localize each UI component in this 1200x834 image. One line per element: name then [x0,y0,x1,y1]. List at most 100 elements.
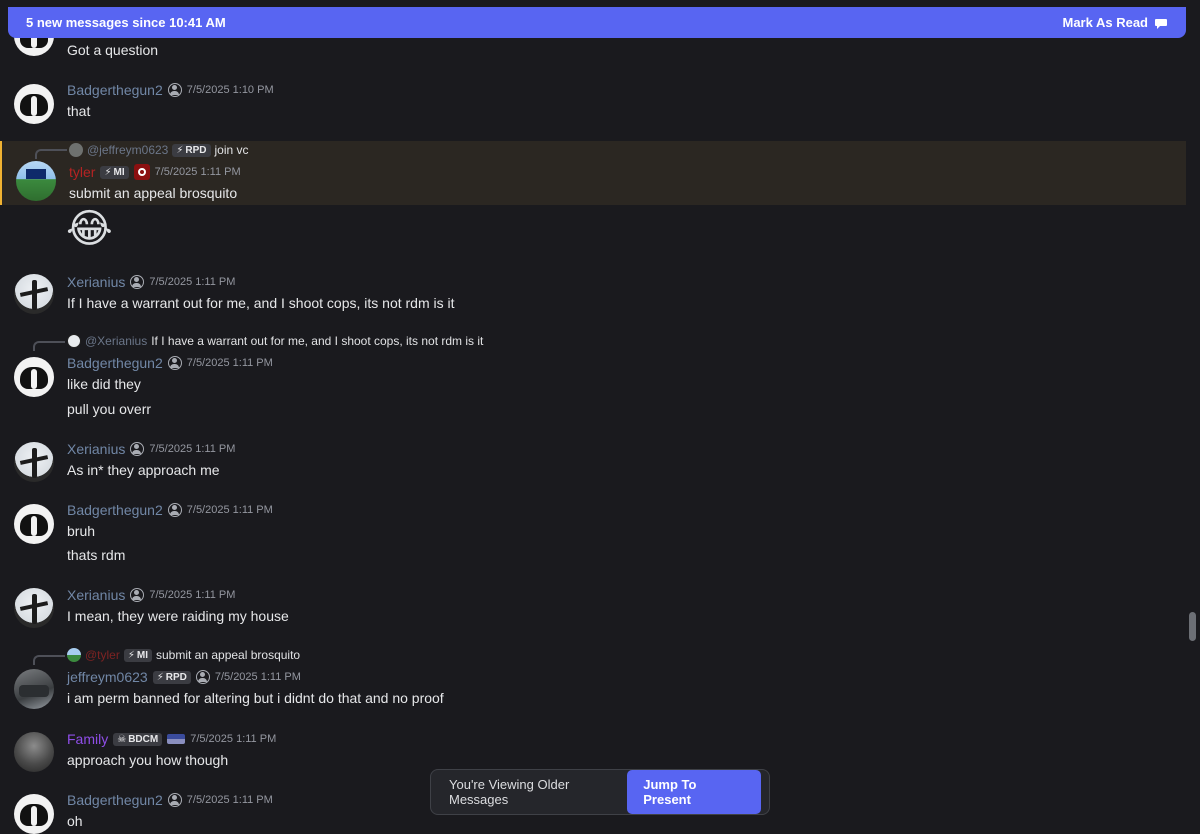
message-header: Xerianius 7/5/2025 1:11 PM [67,274,235,290]
username[interactable]: tyler [69,164,95,180]
avatar[interactable] [14,794,54,834]
reply-avatar [67,648,81,662]
avatar[interactable] [14,669,54,709]
message-text: i am perm banned for altering but i didn… [67,690,444,706]
avatar[interactable] [14,357,54,397]
username[interactable]: Badgerthegun2 [67,792,163,808]
username[interactable]: Xerianius [67,274,125,290]
reply-username[interactable]: @Xerianius [85,334,147,348]
username[interactable]: Xerianius [67,441,125,457]
timestamp: 7/5/2025 1:11 PM [149,589,236,601]
message-header: Badgerthegun2 7/5/2025 1:11 PM [67,355,273,371]
reply-text: If I have a warrant out for me, and I sh… [151,334,484,348]
message: Badgerthegun2 7/5/2025 1:11 PM bruh that… [0,500,1186,570]
person-icon [167,503,182,517]
reply-spine [35,149,67,159]
username[interactable]: jeffreym0623 [67,669,148,685]
message-text: submit an appeal brosquito [69,185,238,201]
avatar[interactable] [14,588,54,628]
message: Xerianius 7/5/2025 1:11 PM As in* they a… [0,439,1186,484]
older-messages-bar: You're Viewing Older Messages Jump To Pr… [430,769,770,815]
role-tag: ⚡ MI [100,165,129,179]
new-messages-text: 5 new messages since 10:41 AM [26,15,226,30]
older-messages-text: You're Viewing Older Messages [449,777,570,807]
reply-preview[interactable]: @Xerianius If I have a warrant out for m… [67,334,483,348]
role-tag: ⚡ RPD [172,143,211,157]
timestamp: 7/5/2025 1:11 PM [149,443,236,455]
username[interactable]: Family [67,731,108,747]
message-text: Got a question [67,42,159,58]
username[interactable]: Badgerthegun2 [67,502,163,518]
reply-preview[interactable]: @jeffreym0623 ⚡ RPD join vc [69,143,249,157]
new-messages-banner[interactable]: 5 new messages since 10:41 AM Mark As Re… [8,7,1186,38]
timestamp: 7/5/2025 1:11 PM [186,357,273,369]
message-header: Xerianius 7/5/2025 1:11 PM [67,587,235,603]
username[interactable]: Badgerthegun2 [67,355,163,371]
avatar[interactable] [14,442,54,482]
message-text: If I have a warrant out for me, and I sh… [67,295,455,311]
person-icon [167,793,182,807]
message: Xerianius 7/5/2025 1:11 PM I mean, they … [0,585,1186,630]
message-header: Badgerthegun2 7/5/2025 1:11 PM [67,502,273,518]
avatar[interactable] [14,84,54,124]
flag-icon [167,734,186,744]
person-icon [167,83,182,97]
mark-as-read-label: Mark As Read [1062,15,1149,30]
role-tag: ⚡ MI [123,648,152,662]
message-highlighted: @jeffreym0623 ⚡ RPD join vc tyler ⚡ MI 7/5… [0,141,1186,205]
message-header: tyler ⚡ MI 7/5/2025 1:11 PM [69,164,241,180]
username[interactable]: Badgerthegun2 [67,82,163,98]
person-icon [130,588,145,602]
username[interactable]: Xerianius [67,587,125,603]
message-text: pull you overr [67,401,152,417]
reply-preview[interactable]: @tyler ⚡ MI submit an appeal brosquito [67,648,300,662]
message-header: Family ☠ BDCM 7/5/2025 1:11 PM [67,731,276,747]
timestamp: 7/5/2025 1:11 PM [186,794,273,806]
jump-to-present-button[interactable]: Jump To Present [627,770,761,814]
role-tag: ⚡ RPD [152,670,191,684]
message-header: Badgerthegun2 7/5/2025 1:10 PM [67,82,274,98]
reply-username[interactable]: @tyler [85,648,120,662]
laughing-emoji[interactable]: 😂 [66,206,113,252]
message-text: As in* they approach me [67,462,220,478]
reply-text: submit an appeal brosquito [156,648,301,662]
person-icon [130,442,145,456]
person-icon [195,670,210,684]
timestamp: 7/5/2025 1:11 PM [190,733,277,745]
mark-read-icon [1155,18,1167,29]
reply-spine [33,341,65,351]
message-text: bruh [67,523,96,539]
message-header: Badgerthegun2 7/5/2025 1:11 PM [67,792,273,808]
message: @Xerianius If I have a warrant out for m… [0,333,1186,423]
avatar[interactable] [16,161,56,201]
reply-username[interactable]: @jeffreym0623 [87,143,168,157]
avatar[interactable] [14,732,54,772]
role-tag: ☠ BDCM [113,732,163,746]
timestamp: 7/5/2025 1:11 PM [214,671,301,683]
timestamp: 7/5/2025 1:11 PM [149,276,236,288]
message: Badgerthegun2 7/5/2025 1:10 PM that [0,80,1186,130]
reply-text: join vc [214,143,249,157]
message: Xerianius 7/5/2025 1:11 PM If I have a w… [0,271,1186,316]
timestamp: 7/5/2025 1:11 PM [154,166,241,178]
avatar[interactable] [14,274,54,314]
message: @tyler ⚡ MI submit an appeal brosquito je… [0,647,1186,712]
mark-as-read-button[interactable]: Mark As Read [1063,15,1169,30]
message-text: approach you how though [67,752,229,768]
reply-spine [33,655,65,665]
message-text: thats rdm [67,547,126,563]
reply-avatar [67,334,81,348]
message: Family ☠ BDCM 7/5/2025 1:11 PM approach … [0,729,1186,774]
message-text: I mean, they were raiding my house [67,608,289,624]
timestamp: 7/5/2025 1:11 PM [186,504,273,516]
message-text: that [67,103,91,119]
message-header: jeffreym0623 ⚡ RPD 7/5/2025 1:11 PM [67,669,301,685]
scrollbar-thumb[interactable] [1189,612,1196,641]
avatar[interactable] [14,504,54,544]
person-icon [130,275,145,289]
timestamp: 7/5/2025 1:10 PM [186,84,274,96]
reply-avatar [69,143,83,157]
message-text: like did they [67,376,141,392]
message-text: oh [67,813,83,829]
message-header: Xerianius 7/5/2025 1:11 PM [67,441,235,457]
